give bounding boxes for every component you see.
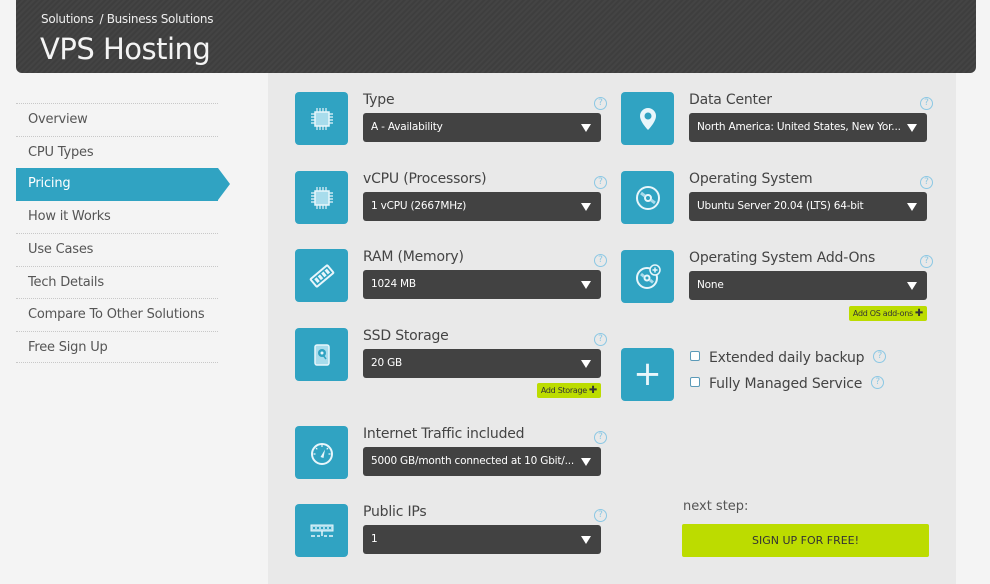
datacenter-field: Data Center ? North America: United Stat… — [621, 92, 933, 149]
dropdown-arrow-icon — [581, 360, 591, 368]
sidebar-item-overview[interactable]: Overview — [16, 103, 218, 136]
add-storage-label: Add Storage — [540, 386, 587, 395]
traffic-field: Internet Traffic included ? 5000 GB/mont… — [295, 426, 607, 483]
type-field: Type ? A - Availability — [295, 92, 607, 149]
add-os-addons-label: Add OS add-ons — [852, 309, 913, 318]
public-ips-field: Public IPs ? 1 — [295, 504, 607, 561]
help-icon[interactable]: ? — [920, 176, 933, 189]
os-select[interactable]: Ubuntu Server 20.04 (LTS) 64-bit — [689, 192, 927, 221]
managed-service-checkbox[interactable] — [690, 377, 700, 387]
os-addons-label: Operating System Add-Ons — [689, 250, 876, 266]
vcpu-field: vCPU (Processors) ? 1 vCPU (2667MHz) — [295, 171, 607, 228]
extended-backup-option[interactable]: Extended daily backup? — [690, 349, 887, 366]
help-icon[interactable]: ? — [920, 97, 933, 110]
help-icon[interactable]: ? — [594, 97, 607, 110]
sidebar-item-compare[interactable]: Compare To Other Solutions — [16, 298, 218, 331]
datacenter-select[interactable]: North America: United States, New Yor... — [689, 113, 927, 142]
public-ips-value: 1 — [371, 533, 378, 545]
extended-backup-label: Extended daily backup — [709, 350, 865, 366]
cpu-icon — [295, 92, 348, 145]
add-os-addons-button[interactable]: Add OS add-ons ✚ — [848, 306, 927, 321]
ssd-select[interactable]: 20 GB — [363, 349, 601, 378]
type-value: A - Availability — [371, 121, 443, 133]
disc-icon — [621, 171, 674, 224]
hard-drive-icon — [295, 328, 348, 381]
page-header: Solutions / Business Solutions VPS Hostin… — [16, 0, 976, 73]
traffic-select[interactable]: 5000 GB/month connected at 10 Gbit/... — [363, 447, 601, 476]
sidebar-item-tech-details[interactable]: Tech Details — [16, 265, 218, 299]
os-addons-field: Operating System Add-Ons ? None Add OS a… — [621, 250, 933, 322]
vcpu-label: vCPU (Processors) — [363, 171, 487, 187]
help-icon[interactable]: ? — [873, 349, 887, 363]
next-step-label: next step: — [683, 499, 749, 514]
os-label: Operating System — [689, 171, 813, 187]
sidebar-item-how-it-works[interactable]: How it Works — [16, 201, 218, 234]
dropdown-arrow-icon — [907, 282, 917, 290]
map-pin-icon — [621, 92, 674, 145]
dropdown-arrow-icon — [581, 281, 591, 289]
dropdown-arrow-icon — [581, 124, 591, 132]
cpu-icon — [295, 171, 348, 224]
help-icon[interactable]: ? — [920, 255, 933, 268]
managed-service-option[interactable]: Fully Managed Service? — [690, 375, 885, 392]
type-label: Type — [363, 92, 395, 108]
vcpu-select[interactable]: 1 vCPU (2667MHz) — [363, 192, 601, 221]
ssd-label: SSD Storage — [363, 328, 449, 344]
managed-service-label: Fully Managed Service — [709, 376, 863, 392]
os-addons-value: None — [697, 279, 724, 291]
sign-up-button[interactable]: SIGN UP FOR FREE! — [682, 524, 929, 557]
help-icon[interactable]: ? — [594, 254, 607, 267]
plus-icon: + — [621, 348, 674, 401]
help-icon[interactable]: ? — [871, 375, 885, 389]
datacenter-label: Data Center — [689, 92, 772, 108]
dropdown-arrow-icon — [581, 536, 591, 544]
ram-select[interactable]: 1024 MB — [363, 270, 601, 299]
dropdown-arrow-icon — [581, 458, 591, 466]
datacenter-value: North America: United States, New Yor... — [697, 121, 901, 133]
breadcrumb-business-solutions[interactable]: / Business Solutions — [99, 12, 213, 26]
extended-backup-checkbox[interactable] — [690, 351, 700, 361]
page-title: VPS Hosting — [40, 32, 211, 66]
sidebar-item-cpu-types[interactable]: CPU Types — [16, 135, 218, 169]
add-storage-button[interactable]: Add Storage ✚ — [536, 383, 601, 398]
plus-icon: ✚ — [588, 385, 597, 396]
dropdown-arrow-icon — [907, 124, 917, 132]
os-value: Ubuntu Server 20.04 (LTS) 64-bit — [697, 200, 864, 212]
speedometer-icon — [295, 426, 348, 479]
ram-value: 1024 MB — [371, 278, 416, 290]
sidebar-nav: Overview CPU Types Pricing How it Works … — [16, 103, 246, 363]
dropdown-arrow-icon — [907, 203, 917, 211]
traffic-label: Internet Traffic included — [363, 426, 525, 442]
breadcrumb-solutions[interactable]: Solutions — [41, 12, 94, 26]
sidebar-item-pricing[interactable]: Pricing — [16, 168, 230, 201]
help-icon[interactable]: ? — [594, 509, 607, 522]
ram-field: RAM (Memory) ? 1024 MB — [295, 249, 607, 306]
public-ips-label: Public IPs — [363, 504, 427, 520]
os-field: Operating System ? Ubuntu Server 20.04 (… — [621, 171, 933, 228]
sidebar-item-use-cases[interactable]: Use Cases — [16, 233, 218, 266]
disc-plus-icon — [621, 250, 674, 303]
help-icon[interactable]: ? — [594, 431, 607, 444]
ip-address-icon — [295, 504, 348, 557]
type-select[interactable]: A - Availability — [363, 113, 601, 142]
dropdown-arrow-icon — [581, 203, 591, 211]
sidebar-item-free-sign-up[interactable]: Free Sign Up — [16, 330, 218, 363]
breadcrumb: Solutions / Business Solutions — [41, 12, 219, 26]
plus-icon: ✚ — [914, 308, 923, 319]
help-icon[interactable]: ? — [594, 176, 607, 189]
ssd-field: SSD Storage ? 20 GB Add Storage ✚ — [295, 328, 607, 400]
ssd-value: 20 GB — [371, 357, 403, 369]
help-icon[interactable]: ? — [594, 333, 607, 346]
vcpu-value: 1 vCPU (2667MHz) — [371, 200, 467, 212]
traffic-value: 5000 GB/month connected at 10 Gbit/... — [371, 455, 575, 467]
os-addons-select[interactable]: None — [689, 271, 927, 300]
ram-label: RAM (Memory) — [363, 249, 464, 265]
ram-icon — [295, 249, 348, 302]
public-ips-select[interactable]: 1 — [363, 525, 601, 554]
